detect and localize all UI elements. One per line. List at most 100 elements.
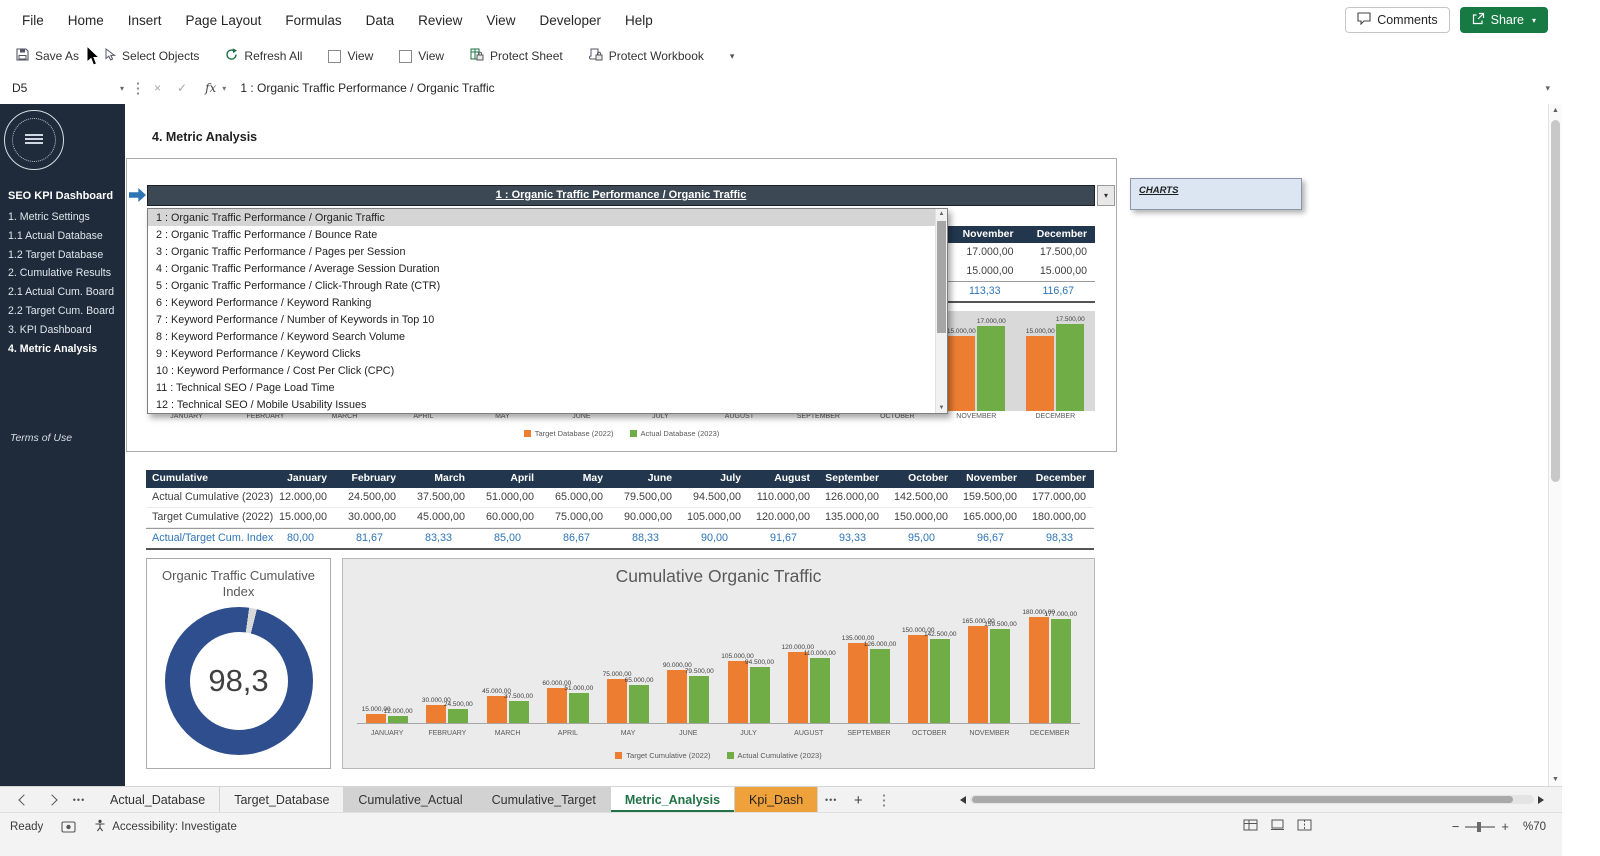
formula-bar-expand-icon[interactable]: ▾ (1545, 83, 1550, 94)
menu-item-formulas[interactable]: Formulas (273, 8, 353, 33)
scroll-up-icon[interactable]: ▲ (936, 211, 947, 217)
view-checkbox-2[interactable]: View (399, 49, 444, 63)
checkbox-icon[interactable] (399, 50, 412, 63)
kpi-dropdown-selected[interactable]: 1 : Organic Traffic Performance / Organi… (147, 185, 1095, 206)
scroll-up-icon[interactable]: ▲ (1549, 107, 1562, 114)
kpi-option[interactable]: 6 : Keyword Performance / Keyword Rankin… (148, 294, 936, 311)
checkbox-icon[interactable] (328, 50, 341, 63)
value-cell: 150.000,00 (887, 508, 956, 527)
kpi-option[interactable]: 1 : Organic Traffic Performance / Organi… (148, 209, 936, 226)
value-cell: 65.000,00 (542, 488, 611, 507)
kpi-option[interactable]: 9 : Keyword Performance / Keyword Clicks (148, 345, 936, 362)
vertical-scrollbar[interactable]: ▲ ▼ (1548, 104, 1562, 786)
confirm-entry-icon[interactable]: ✓ (177, 81, 187, 95)
toolbar-overflow-chevron-icon[interactable]: ▾ (730, 51, 735, 62)
namebox-chevron-icon[interactable]: ▾ (120, 84, 124, 93)
kpi-option[interactable]: 8 : Keyword Performance / Keyword Search… (148, 328, 936, 345)
sheet-options-button[interactable] (872, 787, 896, 813)
kpi-option[interactable]: 2 : Organic Traffic Performance / Bounce… (148, 226, 936, 243)
page-layout-view-icon[interactable] (1270, 819, 1285, 834)
select-objects-button[interactable]: Select Objects (105, 48, 199, 64)
sheet-tab-kpi_dash[interactable]: Kpi_Dash (735, 787, 818, 813)
next-sheet-button[interactable] (38, 787, 66, 813)
sidebar-item[interactable]: 3. KPI Dashboard (0, 321, 125, 340)
sheet-tab-actual_database[interactable]: Actual_Database (96, 787, 220, 813)
axis-category-label: OCTOBER (858, 413, 937, 420)
blue-pointer-arrow-icon (129, 188, 146, 202)
scroll-down-icon[interactable]: ▼ (936, 405, 947, 411)
sidebar-item[interactable]: 4. Metric Analysis (0, 340, 125, 359)
zoom-out-button[interactable]: − (1452, 819, 1460, 834)
previous-sheet-button[interactable] (10, 787, 38, 813)
scroll-down-icon[interactable]: ▼ (1549, 776, 1562, 783)
kpi-option[interactable]: 12 : Technical SEO / Mobile Usability Is… (148, 396, 936, 413)
scroll-left-icon[interactable] (960, 796, 966, 804)
sheet-tab-target_database[interactable]: Target_Database (220, 787, 344, 813)
menu-item-insert[interactable]: Insert (116, 8, 174, 33)
refresh-all-button[interactable]: Refresh All (225, 48, 302, 64)
menu-item-help[interactable]: Help (613, 8, 665, 33)
macro-record-button[interactable] (61, 821, 76, 833)
menu-item-file[interactable]: File (10, 8, 56, 33)
axis-category-label: AUGUST (779, 730, 839, 737)
kpi-option[interactable]: 3 : Organic Traffic Performance / Pages … (148, 243, 936, 260)
sidebar-item[interactable]: 2. Cumulative Results (0, 264, 125, 283)
horizontal-scrollbar[interactable] (960, 794, 1544, 805)
menu-item-review[interactable]: Review (406, 8, 474, 33)
zoom-slider-thumb[interactable] (1477, 822, 1481, 832)
sheet-tab-metric_analysis[interactable]: Metric_Analysis (611, 787, 735, 813)
zoom-in-button[interactable]: + (1501, 819, 1509, 834)
page-break-view-icon[interactable] (1297, 819, 1312, 834)
sidebar-item[interactable]: 2.2 Target Cum. Board (0, 302, 125, 321)
protect-workbook-button[interactable]: Protect Workbook (589, 48, 704, 64)
cell-reference[interactable]: D5 (12, 81, 120, 95)
sidebar-item[interactable]: 2.1 Actual Cum. Board (0, 283, 125, 302)
legend-label: Target Cumulative (2022) (626, 751, 710, 760)
kpi-option[interactable]: 11 : Technical SEO / Page Load Time (148, 379, 936, 396)
dropdown-scrollbar-thumb[interactable] (937, 221, 946, 333)
comments-button[interactable]: Comments (1345, 7, 1449, 33)
column-header: June (611, 470, 680, 488)
sidebar-item[interactable]: 1. Metric Settings (0, 208, 125, 227)
cancel-entry-icon[interactable]: × (154, 81, 161, 95)
horizontal-scrollbar-thumb[interactable] (972, 796, 1513, 803)
menu-item-home[interactable]: Home (56, 8, 116, 33)
sheet-tab-cumulative_actual[interactable]: Cumulative_Actual (344, 787, 477, 813)
sidebar-item[interactable]: 1.2 Target Database (0, 246, 125, 265)
all-sheets-button[interactable]: ••• (66, 795, 92, 805)
add-sheet-button[interactable]: + (844, 787, 872, 813)
more-sheets-button[interactable]: ••• (818, 787, 844, 813)
zoom-slider[interactable] (1465, 826, 1495, 828)
view-checkbox-1[interactable]: View (328, 49, 373, 63)
column-header: December (1025, 470, 1094, 488)
menu-item-developer[interactable]: Developer (527, 8, 613, 33)
kpi-dropdown-button[interactable]: ▾ (1097, 185, 1115, 206)
sheet-tab-cumulative_target[interactable]: Cumulative_Target (478, 787, 611, 813)
share-button[interactable]: Share ▾ (1460, 7, 1548, 33)
vertical-scrollbar-thumb[interactable] (1551, 120, 1560, 482)
save-icon (16, 48, 29, 64)
accessibility-status[interactable]: Accessibility: Investigate (94, 819, 237, 835)
formula-bar-divider (136, 81, 140, 95)
menu-item-page-layout[interactable]: Page Layout (174, 8, 274, 33)
terms-of-use-link[interactable]: Terms of Use (10, 432, 72, 444)
menu-item-view[interactable]: View (474, 8, 527, 33)
name-box[interactable]: D5 ▾ (0, 72, 130, 104)
protect-sheet-button[interactable]: Protect Sheet (470, 48, 563, 64)
kpi-option[interactable]: 7 : Keyword Performance / Number of Keyw… (148, 311, 936, 328)
normal-view-icon[interactable] (1243, 819, 1258, 834)
menu-item-data[interactable]: Data (354, 8, 407, 33)
kpi-option[interactable]: 10 : Keyword Performance / Cost Per Clic… (148, 362, 936, 379)
scroll-right-icon[interactable] (1538, 796, 1544, 804)
kpi-option[interactable]: 5 : Organic Traffic Performance / Click-… (148, 277, 936, 294)
insert-function-icon[interactable]: fx (205, 81, 216, 95)
formula-input[interactable]: 1 : Organic Traffic Performance / Organi… (240, 81, 494, 95)
zoom-level[interactable]: %70 (1523, 821, 1546, 833)
horizontal-scroll-track[interactable] (970, 795, 1534, 804)
kpi-option[interactable]: 4 : Organic Traffic Performance / Averag… (148, 260, 936, 277)
sidebar-item[interactable]: 1.1 Actual Database (0, 227, 125, 246)
dropdown-scrollbar[interactable]: ▲ ▼ (935, 209, 947, 413)
bar-group: 75.000,0065.000,00 (598, 605, 658, 723)
monthly-values-table: NovemberDecember17.000,0017.500,0015.000… (948, 226, 1095, 303)
save-as-button[interactable]: Save As (16, 48, 79, 64)
